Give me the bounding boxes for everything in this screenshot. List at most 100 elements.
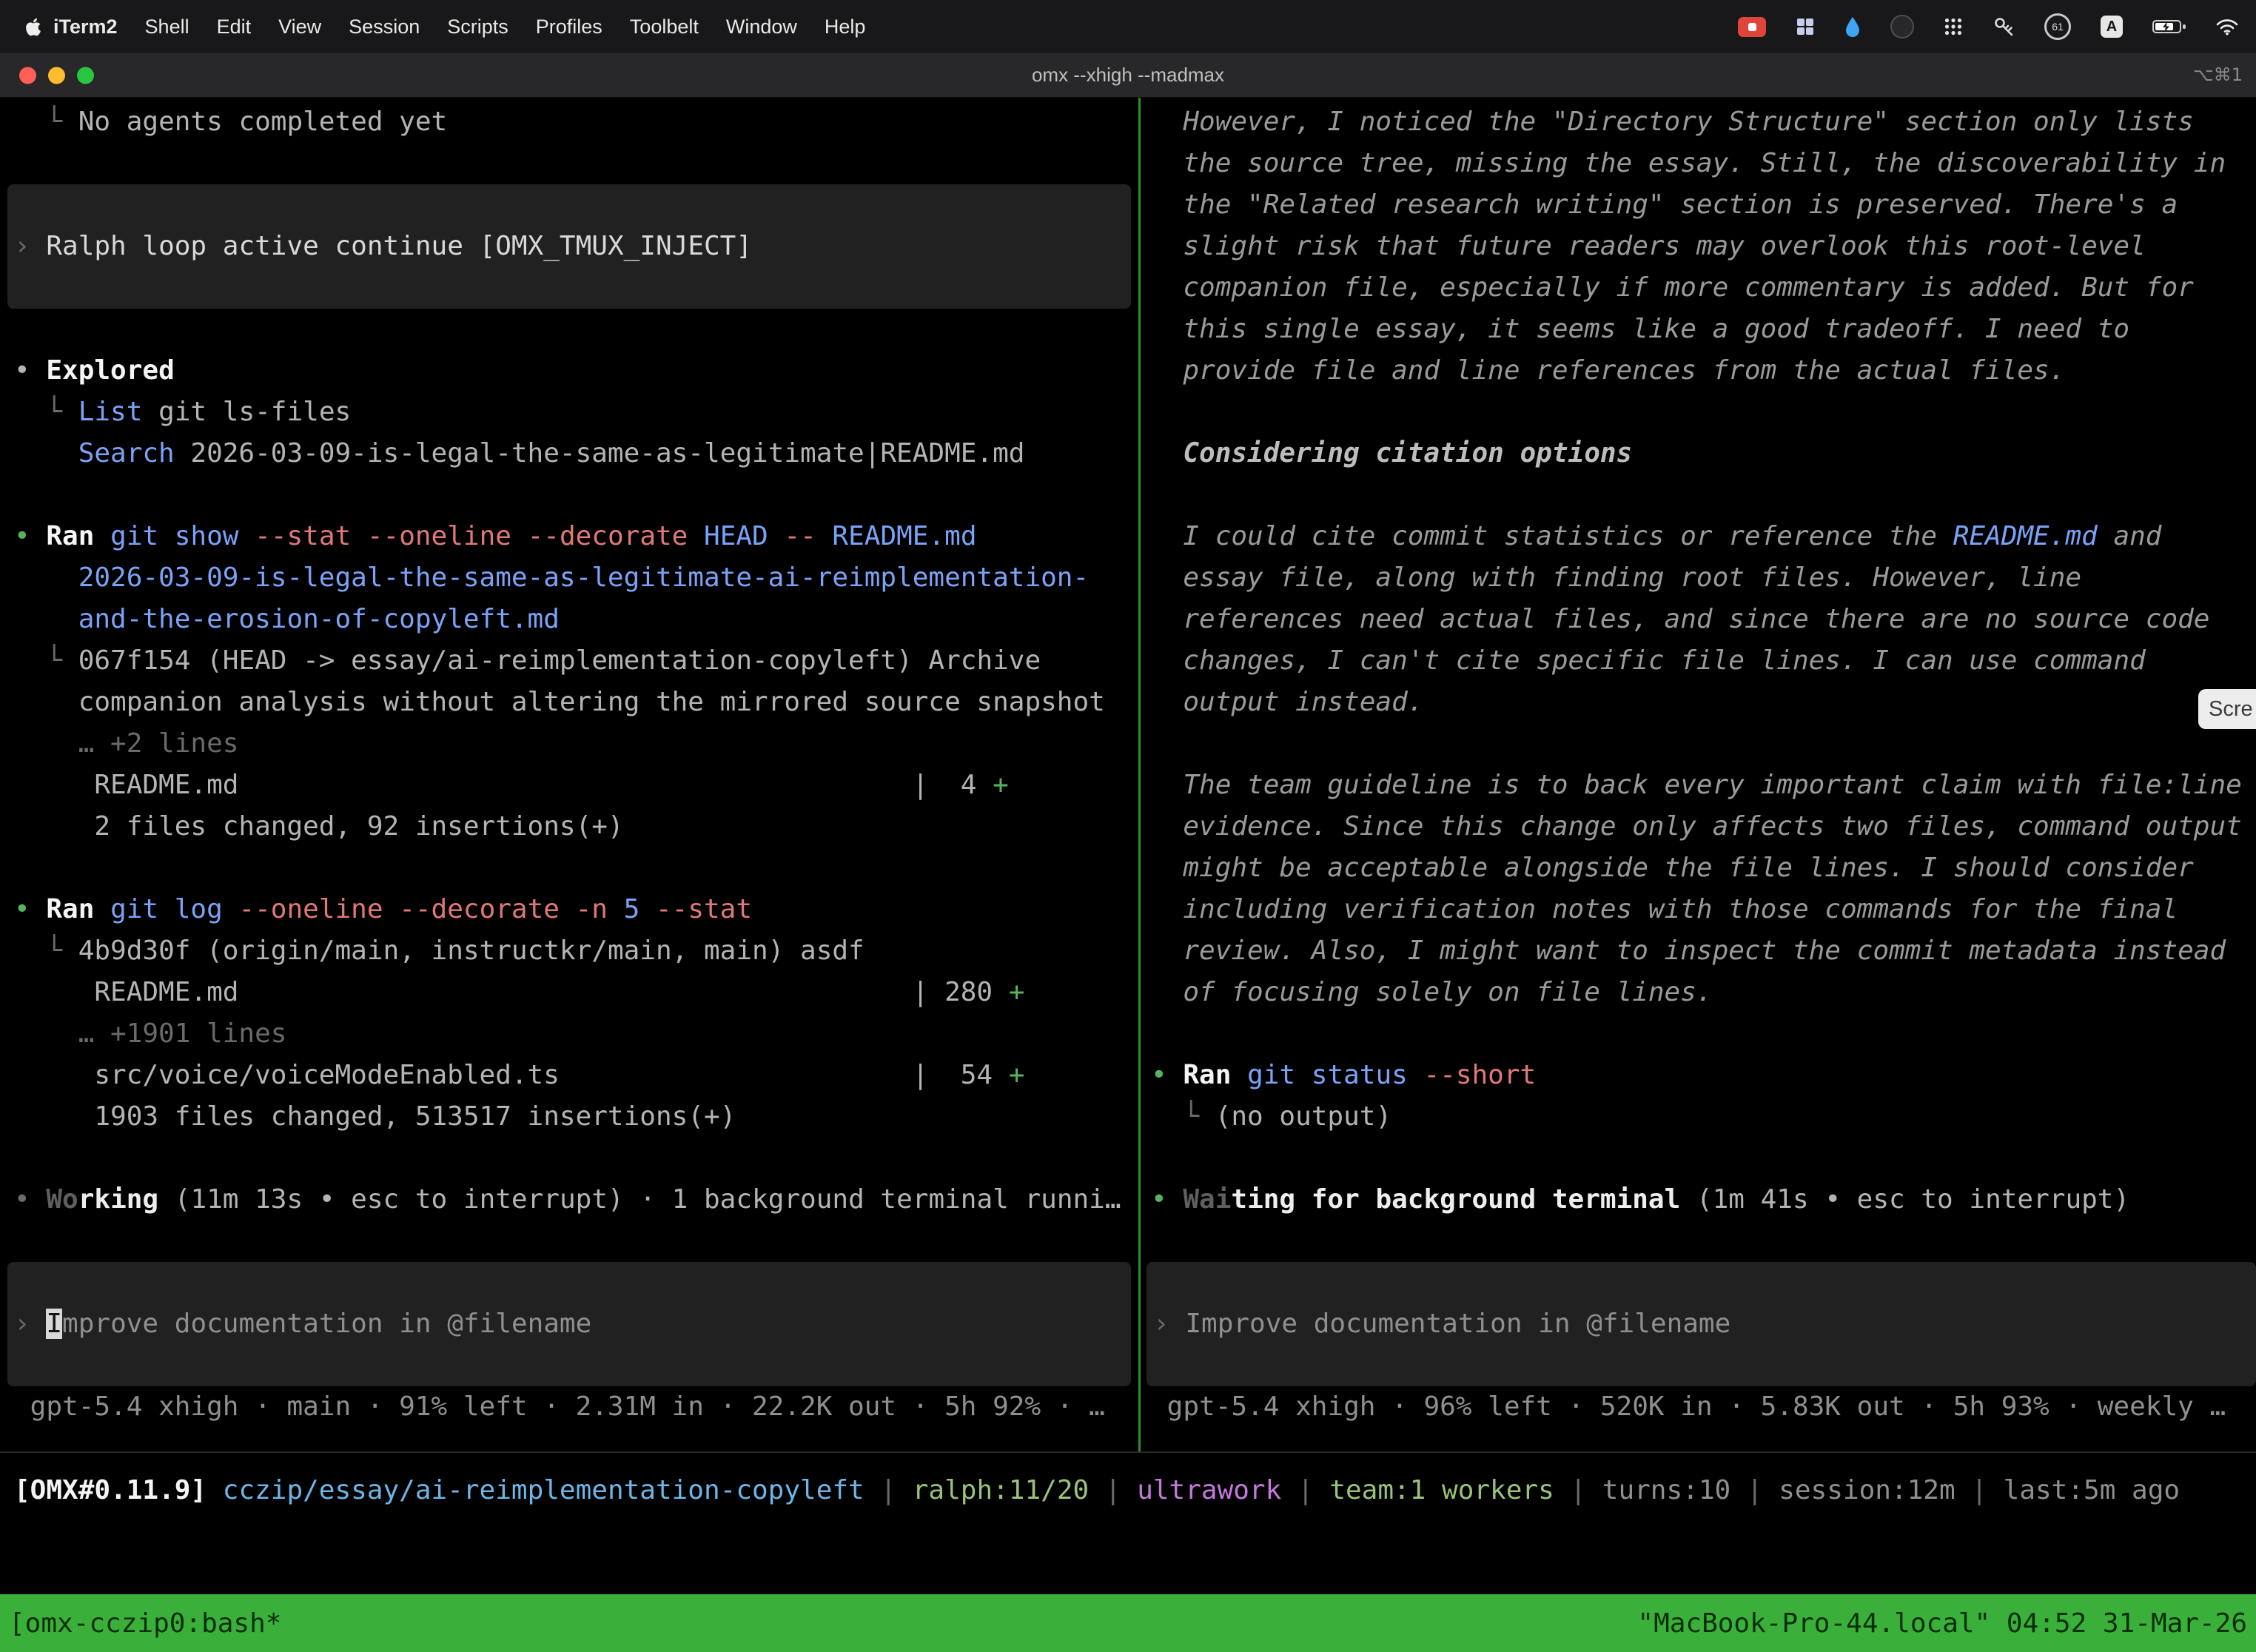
- screen-record-icon[interactable]: [1738, 17, 1766, 37]
- text-segment: output instead.: [1183, 687, 1423, 717]
- text-segment: and: [2098, 521, 2162, 551]
- terminal-line: └ List git ls-files: [14, 392, 1138, 433]
- dots-grid-icon[interactable]: [1944, 17, 1963, 36]
- text-segment: --oneline --decorate -n: [223, 894, 608, 924]
- terminal-line: might be acceptable alongside the file l…: [1151, 847, 2256, 889]
- box-line: › Ralph loop active continue [OMX_TMUX_I…: [14, 226, 1131, 267]
- window-grid-icon[interactable]: [1796, 17, 1815, 36]
- terminal-line: gpt-5.4 xhigh · main · 91% left · 2.31M …: [14, 1386, 1138, 1428]
- menu-item[interactable]: Window: [726, 16, 797, 38]
- window-titlebar[interactable]: omx --xhigh --madmax ⌥⌘1: [0, 53, 2256, 98]
- text-segment: └: [1183, 1101, 1215, 1132]
- terminal-line: this single essay, it seems like a good …: [1151, 309, 2256, 350]
- text-segment: └: [46, 397, 78, 427]
- terminal-line: Search 2026-03-09-is-legal-the-same-as-l…: [14, 433, 1138, 474]
- terminal-line: 2026-03-09-is-legal-the-same-as-legitima…: [14, 557, 1138, 599]
- terminal-line: I could cite commit statistics or refere…: [1151, 516, 2256, 557]
- text-segment: last:5m ago: [2004, 1475, 2180, 1505]
- tmux-status-bar: [omx-cczip0:bash* "MacBook-Pro-44.local"…: [0, 1594, 2256, 1652]
- tmux-session-label: [omx-cczip0:bash*: [9, 1608, 281, 1639]
- text-segment: 2026-03-09-is-legal-the-same-as-legitima…: [78, 563, 1089, 593]
- box-line: › Improve documentation in @filename: [1153, 1303, 2256, 1345]
- terminal-line: README.md | 280 +: [14, 972, 1138, 1013]
- terminal-line: including verification notes with those …: [1151, 889, 2256, 930]
- menu-item[interactable]: Edit: [217, 16, 252, 38]
- menu-item[interactable]: Shell: [145, 16, 189, 38]
- menu-item[interactable]: Scripts: [447, 16, 508, 38]
- text-segment: slight risk that future readers may over…: [1183, 231, 2145, 261]
- terminal-line: companion analysis without altering the …: [14, 682, 1138, 723]
- terminal-line: README.md | 4 +: [14, 765, 1138, 806]
- terminal-line: and-the-erosion-of-copyleft.md: [14, 599, 1138, 640]
- terminal-line: └ (no output): [1151, 1096, 2256, 1138]
- text-segment: changes, I can't cite specific file line…: [1183, 645, 2145, 676]
- menu-item[interactable]: Profiles: [536, 16, 602, 38]
- drop-icon[interactable]: [1844, 16, 1861, 37]
- menu-item[interactable]: iTerm2: [53, 16, 118, 38]
- menu-item[interactable]: Help: [825, 16, 866, 38]
- terminal-line: evidence. Since this change only affects…: [1151, 806, 2256, 847]
- text-segment: git log: [94, 894, 222, 924]
- text-segment: (1m 41s • esc to interrupt): [1680, 1184, 2129, 1215]
- text-segment: •: [14, 1184, 46, 1215]
- terminal-line: 2 files changed, 92 insertions(+): [14, 806, 1138, 847]
- text-segment: essay file, along with finding root file…: [1183, 563, 2081, 593]
- text-segment: rking: [78, 1184, 158, 1215]
- text-segment: I: [46, 1309, 62, 1339]
- battery-gauge-icon[interactable]: 61: [2044, 13, 2071, 40]
- ralph-loop-banner: › Ralph loop active continue [OMX_TMUX_I…: [7, 184, 1131, 309]
- blank-line: [14, 309, 1138, 350]
- terminal-line: src/voice/voiceModeEnabled.ts | 54 +: [14, 1055, 1138, 1096]
- text-segment: Improve documentation in @filename: [1185, 1309, 1730, 1339]
- menu-item[interactable]: View: [278, 16, 321, 38]
- text-segment: +: [1009, 1060, 1025, 1090]
- text-segment: session:12m: [1779, 1475, 1955, 1505]
- text-segment: references need actual files, and since …: [1183, 604, 2209, 634]
- text-segment: the source tree, missing the essay. Stil…: [1183, 148, 2226, 178]
- wifi-icon[interactable]: [2216, 19, 2238, 36]
- input-source-icon[interactable]: A: [2101, 16, 2123, 38]
- text-segment: this single essay, it seems like a good …: [1183, 314, 2129, 344]
- apple-menu-icon[interactable]: [25, 17, 41, 37]
- text-segment: README.md: [816, 521, 977, 551]
- text-segment: No agents completed yet: [78, 107, 448, 137]
- text-segment: … +1901 lines: [78, 1018, 287, 1049]
- text-segment: 4b9d30f (origin/main, instructkr/main, m…: [78, 936, 865, 966]
- text-segment: including verification notes with those …: [1183, 894, 2178, 924]
- menu-item[interactable]: Session: [349, 16, 420, 38]
- text-segment: •: [1151, 1184, 1183, 1215]
- left-terminal-pane[interactable]: └ No agents completed yet › Ralph loop ac…: [0, 101, 1138, 1428]
- text-segment: --stat --oneline --decorate: [238, 521, 688, 551]
- pane-divider[interactable]: [1138, 98, 1141, 1451]
- text-segment: Wo: [46, 1184, 78, 1215]
- prompt-input[interactable]: › Improve documentation in @filename: [1147, 1262, 2256, 1386]
- blank-line: [14, 1220, 1138, 1262]
- text-segment: 5: [608, 894, 639, 924]
- text-segment: --: [768, 521, 816, 551]
- text-segment: ralph:11/20: [913, 1475, 1089, 1505]
- blank-line: [1151, 1013, 2256, 1055]
- terminal-line: review. Also, I might want to inspect th…: [1151, 930, 2256, 972]
- terminal-line: The team guideline is to back every impo…: [1151, 765, 2256, 806]
- terminal-line: slight risk that future readers may over…: [1151, 226, 2256, 267]
- box-line: › Improve documentation in @filename: [14, 1303, 1131, 1345]
- dark-circle-icon[interactable]: [1890, 15, 1914, 38]
- right-terminal-pane[interactable]: However, I noticed the "Directory Struct…: [1141, 101, 2256, 1428]
- text-segment: git show: [94, 521, 238, 551]
- text-segment: Wai: [1183, 1184, 1231, 1215]
- text-segment: --short: [1408, 1060, 1536, 1090]
- text-segment: … +2 lines: [78, 728, 239, 759]
- battery-icon[interactable]: [2152, 19, 2186, 35]
- prompt-input[interactable]: › Improve documentation in @filename: [7, 1262, 1131, 1386]
- terminal-line: • Ran git log --oneline --decorate -n 5 …: [14, 889, 1138, 930]
- menu-item[interactable]: Toolbelt: [630, 16, 699, 38]
- record-stop-dot: [1748, 23, 1756, 31]
- terminal-line: … +2 lines: [14, 723, 1138, 765]
- key-icon[interactable]: [1993, 16, 2015, 38]
- terminal-line: gpt-5.4 xhigh · 96% left · 520K in · 5.8…: [1151, 1386, 2256, 1428]
- text-segment: provide file and line references from th…: [1183, 355, 2065, 386]
- text-segment: 1903 files changed, 513517 insertions(+): [94, 1101, 736, 1132]
- terminal-line: output instead.: [1151, 682, 2256, 723]
- screen-share-overlay[interactable]: Scre: [2198, 689, 2256, 729]
- text-segment: mprove documentation in @filename: [62, 1309, 591, 1339]
